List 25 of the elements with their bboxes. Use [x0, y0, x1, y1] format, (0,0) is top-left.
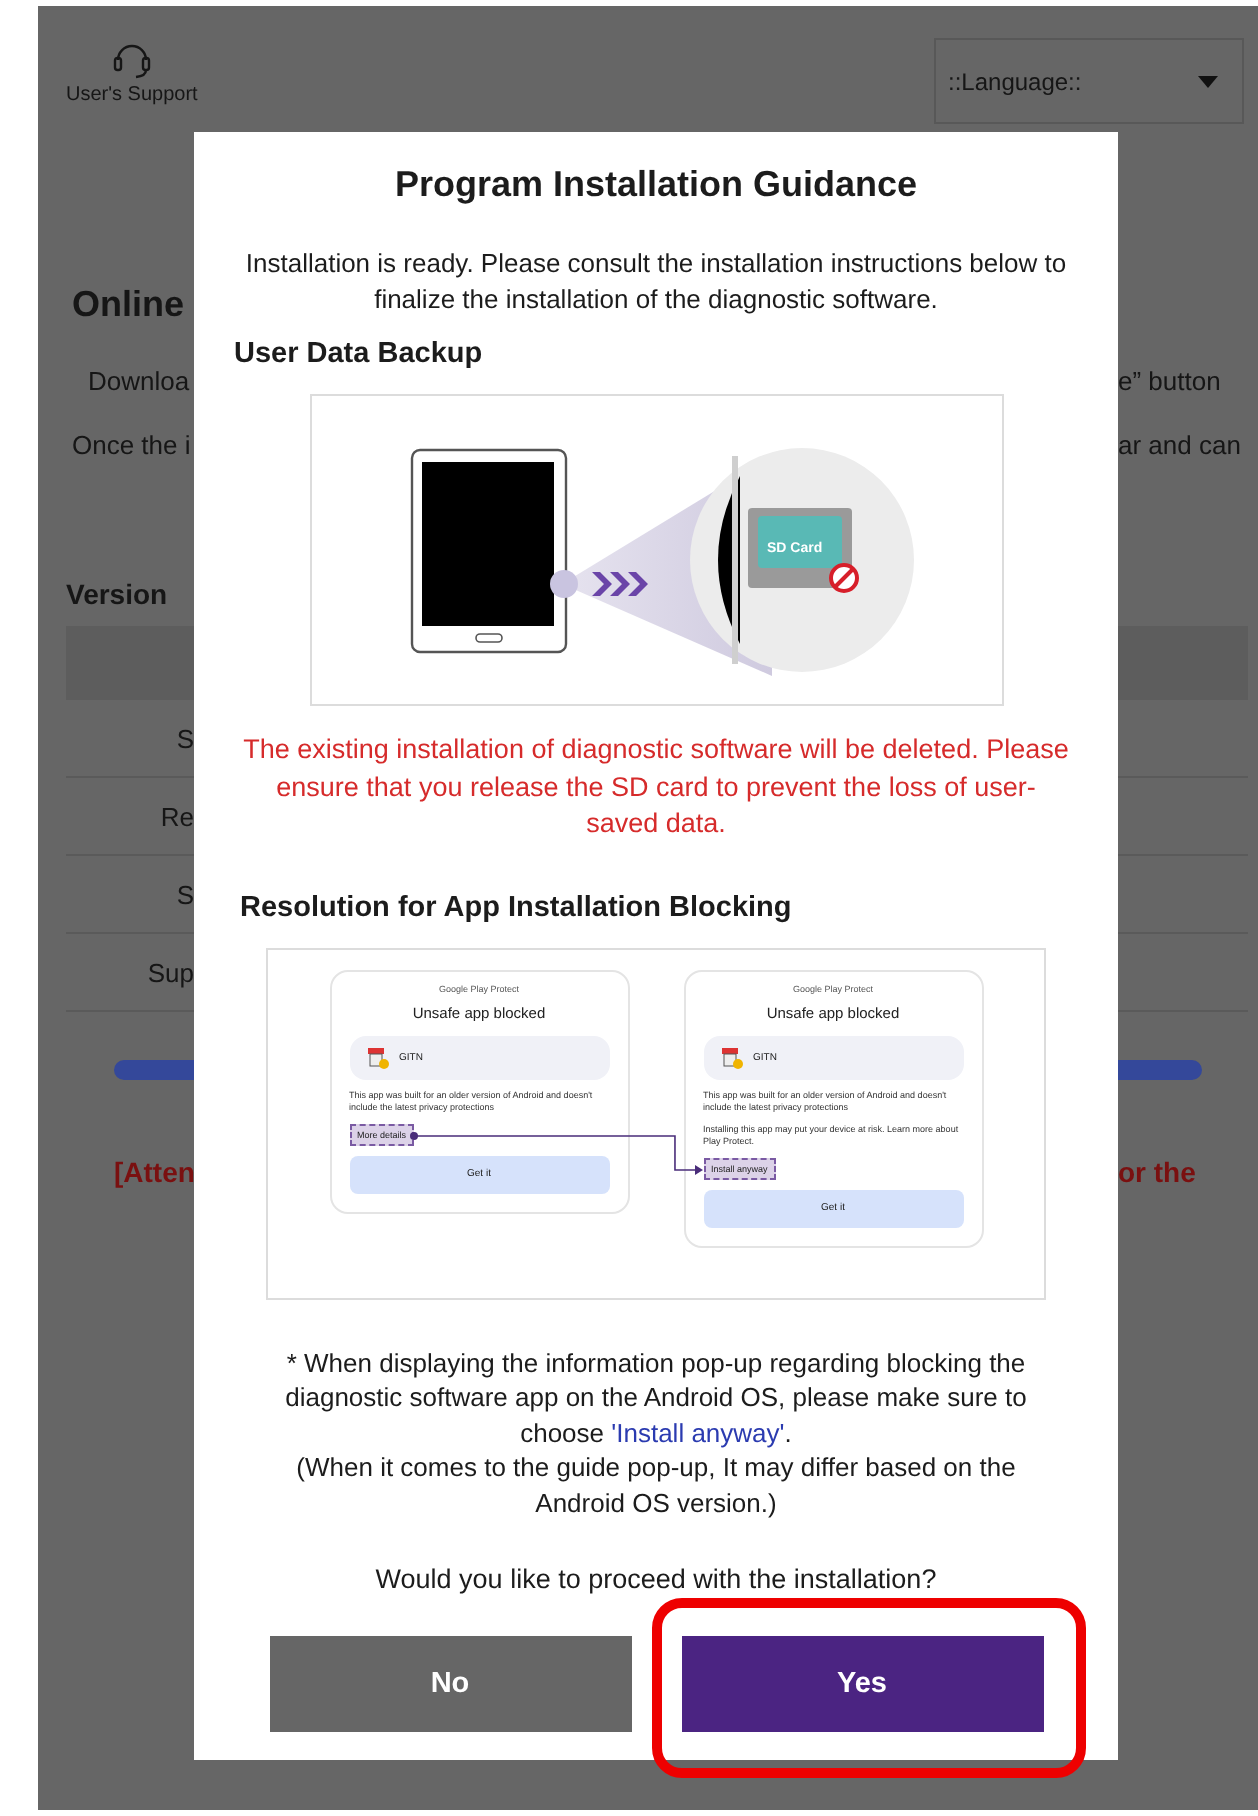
- app-icon: [721, 1045, 743, 1069]
- description-text: ar and can: [1118, 430, 1243, 464]
- note-text: * When displaying the information pop-up regarding blocking the diagnostic software app on the Android OS, please make sure to choose 'Install anyway'. (When it comes to the guide pop-up, It may differ based on the Android OS version.): [283, 1345, 1029, 1520]
- description-text: e” button: [1118, 366, 1223, 400]
- section-heading: Resolution for App Installation Blocking: [240, 891, 794, 923]
- table-cell-text: S: [174, 879, 194, 909]
- description-text: Downloa: [86, 366, 192, 400]
- table-cell-text: S: [174, 723, 194, 753]
- confirm-button[interactable]: Yes: [681, 1636, 1043, 1732]
- app-icon: [367, 1045, 389, 1069]
- attention-text: [Atten: [112, 1156, 194, 1188]
- warning-text: The existing installation of diagnostic software will be deleted. Please ensure that you release the SD card to prevent the loss of user-saved data.: [242, 732, 1070, 842]
- version-label: Version: [64, 578, 170, 610]
- dropdown-caret-icon: [1198, 75, 1218, 87]
- question-text: Would you like to proceed with the installation?: [373, 1564, 939, 1594]
- attention-text: or the: [1118, 1156, 1198, 1188]
- install-anyway-link[interactable]: 'Install anyway': [611, 1417, 785, 1447]
- table-cell-text: Sup: [145, 957, 194, 987]
- table-cell-text: Re: [158, 801, 194, 831]
- intro-text: Installation is ready. Please consult the installation instructions below to finalize the installation of the diagnostic software.: [243, 246, 1069, 318]
- description-text: Once the i: [70, 430, 193, 464]
- dialog-title: Program Installation Guidance: [392, 164, 920, 206]
- section-heading: User Data Backup: [234, 338, 485, 370]
- page-heading: Online: [70, 284, 187, 326]
- cancel-button[interactable]: No: [269, 1636, 631, 1732]
